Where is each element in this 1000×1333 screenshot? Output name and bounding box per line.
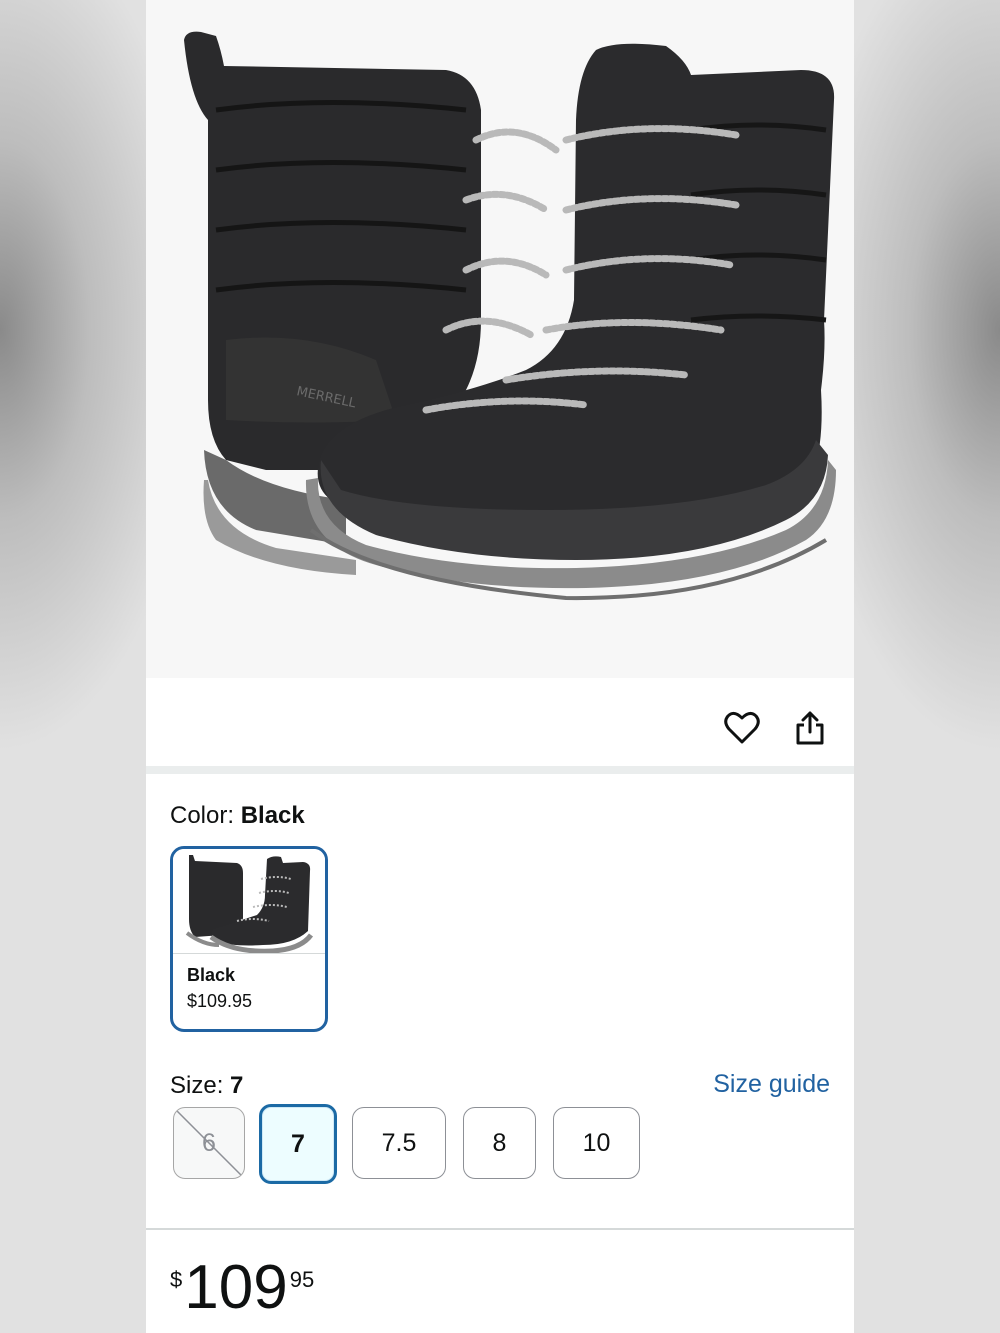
price-whole: 109: [184, 1253, 288, 1322]
size-option-7-5[interactable]: 7.5: [352, 1107, 446, 1179]
swatch-thumbnail: [173, 849, 325, 954]
size-guide-link[interactable]: Size guide: [713, 1070, 830, 1099]
size-label-prefix: Size:: [170, 1072, 224, 1099]
product-actions: [146, 678, 854, 766]
size-label: Size: 7: [170, 1072, 243, 1100]
background-blur-left: [0, 0, 146, 1333]
color-label-prefix: Color:: [170, 802, 235, 829]
background-blur-right: [854, 0, 1000, 1333]
price-symbol: $: [170, 1267, 183, 1292]
size-label-value: 7: [230, 1072, 244, 1099]
size-option-6[interactable]: 6: [173, 1107, 245, 1179]
swatch-price: $109.95: [187, 991, 253, 1011]
product-image[interactable]: MERRELL: [146, 0, 854, 678]
color-swatch-black[interactable]: Black $109.95: [170, 846, 328, 1032]
size-option-label: 7: [291, 1129, 305, 1158]
section-divider: [146, 1228, 854, 1230]
color-label: Color: Black: [170, 802, 305, 830]
color-label-value: Black: [240, 802, 305, 829]
price-fraction: 95: [289, 1267, 315, 1292]
size-option-7[interactable]: 7: [259, 1104, 337, 1184]
share-icon[interactable]: [790, 708, 830, 748]
boots-illustration: MERRELL: [184, 31, 837, 601]
product-price: $ 109 95: [170, 1255, 314, 1321]
size-option-8[interactable]: 8: [463, 1107, 536, 1179]
size-option-label: 7.5: [381, 1128, 417, 1157]
section-divider: [146, 766, 854, 774]
unavailable-strike-icon: [174, 1108, 244, 1178]
heart-icon[interactable]: [722, 708, 762, 748]
size-option-label: 8: [492, 1128, 507, 1157]
size-option-label: 10: [582, 1128, 611, 1157]
swatch-name: Black: [187, 965, 236, 985]
product-panel: MERRELL Color: Black Black $109.95 Size:…: [146, 0, 854, 1333]
size-option-10[interactable]: 10: [553, 1107, 640, 1179]
